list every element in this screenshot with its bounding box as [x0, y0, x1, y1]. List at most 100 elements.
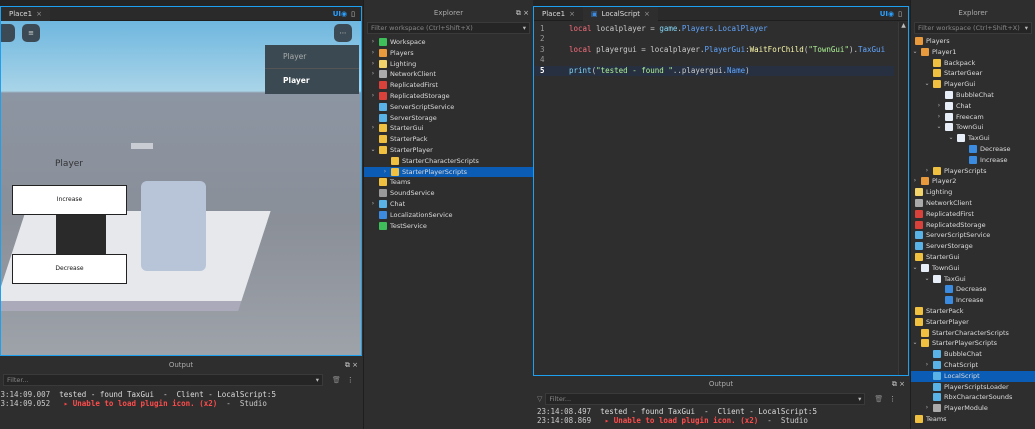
tree-item[interactable]: ⌄ TownGui — [911, 263, 1035, 274]
chevron-down-icon[interactable]: ⌄ — [911, 47, 919, 58]
tree-item[interactable]: Increase — [911, 295, 1035, 306]
dock-close-icons[interactable]: ⧉ × — [516, 6, 529, 20]
tree-item[interactable]: Backpack — [911, 58, 1035, 69]
tree-item[interactable]: LocalScript — [911, 370, 1035, 382]
chevron-right-icon[interactable]: › — [911, 176, 919, 187]
roblox-menu-button[interactable] — [1, 24, 15, 42]
tree-item[interactable]: StarterGear — [911, 68, 1035, 79]
tree-item[interactable]: ⌄ PlayerGui — [911, 79, 1035, 90]
tree-item[interactable]: › StarterGui — [364, 123, 533, 134]
tree-item[interactable]: NetworkClient — [911, 198, 1035, 209]
tree-item[interactable]: › NetworkClient — [364, 69, 533, 80]
chevron-right-icon[interactable]: › — [923, 403, 931, 414]
decrease-button[interactable]: Decrease — [12, 254, 127, 284]
chevron-down-icon[interactable]: ⌄ — [911, 338, 919, 349]
tree-item[interactable]: Lighting — [911, 187, 1035, 198]
tree-item[interactable]: StarterCharacterScripts — [364, 156, 533, 167]
code-line[interactable]: 3 local playergui = localplayer.PlayerGui… — [534, 45, 908, 55]
chevron-down-icon[interactable]: ⌄ — [923, 79, 931, 90]
chevron-down-icon[interactable]: ⌄ — [369, 145, 377, 156]
player-menu-item[interactable]: Player — [265, 45, 359, 69]
device-icon[interactable]: ▯ — [898, 10, 902, 18]
tree-item[interactable]: ⌄ StarterPlayer — [364, 145, 533, 156]
chevron-right-icon[interactable]: › — [369, 59, 377, 70]
close-icon[interactable]: × — [569, 10, 575, 18]
tree-item[interactable]: ⌄ Player1 — [911, 47, 1035, 58]
tab-place1[interactable]: Place1 × — [534, 7, 583, 21]
more-options-button[interactable]: ⋯ — [334, 24, 352, 42]
chevron-right-icon[interactable]: › — [369, 69, 377, 80]
tree-item[interactable]: StarterGui — [911, 252, 1035, 263]
tree-item[interactable]: Decrease — [911, 284, 1035, 295]
tree-item[interactable]: LocalizationService — [364, 210, 533, 221]
chevron-down-icon[interactable]: ⌄ — [947, 133, 955, 144]
tree-item[interactable]: ReplicatedFirst — [364, 80, 533, 91]
tree-item[interactable]: ⌄ TaxGui — [911, 133, 1035, 144]
chevron-right-icon[interactable]: › — [935, 112, 943, 123]
tree-item[interactable]: Teams — [911, 414, 1035, 425]
more-icon[interactable]: ⋮ — [347, 376, 354, 384]
tree-item[interactable]: ServerScriptService — [364, 102, 533, 113]
code-line[interactable]: 5 print("tested - found "..playergui.Name… — [534, 65, 894, 76]
chevron-down-icon[interactable]: ⌄ — [935, 122, 943, 133]
tree-item[interactable]: › Workspace — [364, 37, 533, 48]
tree-item[interactable]: PlayerScriptsLoader — [911, 382, 1035, 393]
trash-icon[interactable]: 🗑 — [874, 395, 883, 403]
ui-visibility-toggle[interactable]: UI◉ — [880, 10, 894, 18]
explorer-filter-input[interactable]: Filter workspace (Ctrl+Shift+X) — [367, 22, 530, 34]
tree-item[interactable]: StarterPlayer — [911, 317, 1035, 328]
tree-item[interactable]: ⌄ TaxGui — [911, 274, 1035, 285]
code-line[interactable]: 1 local localplayer = game.Players.LocalP… — [534, 24, 908, 34]
more-icon[interactable]: ⋮ — [889, 395, 896, 403]
tree-item[interactable]: › PlayerScripts — [911, 166, 1035, 177]
tree-item[interactable]: TestService — [364, 221, 533, 232]
tree-item[interactable]: SoundService — [364, 188, 533, 199]
scroll-up-icon[interactable]: ▲ — [899, 22, 908, 29]
player-menu-item[interactable]: Player — [265, 69, 359, 93]
tree-item[interactable]: Decrease — [911, 144, 1035, 155]
tree-item[interactable]: › ReplicatedStorage — [364, 91, 533, 102]
tree-item[interactable]: › Players — [364, 48, 533, 59]
filter-icon[interactable]: ▽ — [537, 395, 542, 403]
tree-item[interactable]: › Freecam — [911, 112, 1035, 123]
tree-item[interactable]: ReplicatedStorage — [911, 220, 1035, 231]
chat-button[interactable]: ≡ — [22, 24, 40, 42]
tree-item[interactable]: StarterPack — [364, 134, 533, 145]
chevron-right-icon[interactable]: › — [923, 360, 931, 371]
tree-item[interactable]: › ChatScript — [911, 360, 1035, 371]
tree-item[interactable]: Players — [911, 36, 1035, 47]
explorer-filter-input[interactable]: Filter workspace (Ctrl+Shift+X) — [914, 22, 1032, 34]
3d-viewport[interactable]: ≡ ⋯ Player Player Player Increase Decrea… — [1, 21, 361, 355]
increase-button[interactable]: Increase — [12, 185, 127, 215]
chevron-right-icon[interactable]: › — [369, 48, 377, 59]
output-filter-input[interactable]: Filter... — [3, 374, 323, 386]
dock-close-icons[interactable]: ⧉ × — [345, 358, 358, 372]
tree-item[interactable]: Teams — [364, 177, 533, 188]
chevron-right-icon[interactable]: › — [369, 37, 377, 48]
tree-item[interactable]: › Chat — [364, 199, 533, 210]
code-line[interactable]: 2 — [534, 34, 908, 44]
device-icon[interactable]: ▯ — [351, 10, 355, 18]
tree-item[interactable]: RbxCharacterSounds — [911, 392, 1035, 403]
chevron-down-icon[interactable]: ⌄ — [923, 274, 931, 285]
tree-item[interactable]: ServerStorage — [364, 113, 533, 124]
tab-localscript[interactable]: ▣ LocalScript × — [582, 6, 658, 21]
code-line[interactable]: 4 — [534, 55, 908, 65]
tree-item[interactable]: StarterPack — [911, 306, 1035, 317]
tree-item[interactable]: › Player2 — [911, 176, 1035, 187]
tree-item[interactable]: BubbleChat — [911, 90, 1035, 101]
chevron-down-icon[interactable]: ⌄ — [911, 263, 919, 274]
tree-item[interactable]: ⌄ StarterPlayerScripts — [911, 338, 1035, 349]
editor-scrollbar[interactable]: ▲ — [898, 22, 908, 375]
chevron-right-icon[interactable]: › — [923, 166, 931, 177]
ui-visibility-toggle[interactable]: UI◉ — [333, 10, 347, 18]
tree-item[interactable]: › Chat — [911, 101, 1035, 112]
tree-item[interactable]: › Lighting — [364, 59, 533, 70]
tree-item[interactable]: StarterCharacterScripts — [911, 328, 1035, 339]
tree-item[interactable]: › StarterPlayerScripts — [364, 166, 533, 178]
chevron-right-icon[interactable]: › — [369, 199, 377, 210]
tree-item[interactable]: ServerScriptService — [911, 230, 1035, 241]
chevron-right-icon[interactable]: › — [381, 167, 389, 178]
output-filter-input[interactable]: Filter... — [545, 393, 866, 405]
close-icon[interactable]: × — [644, 10, 650, 18]
